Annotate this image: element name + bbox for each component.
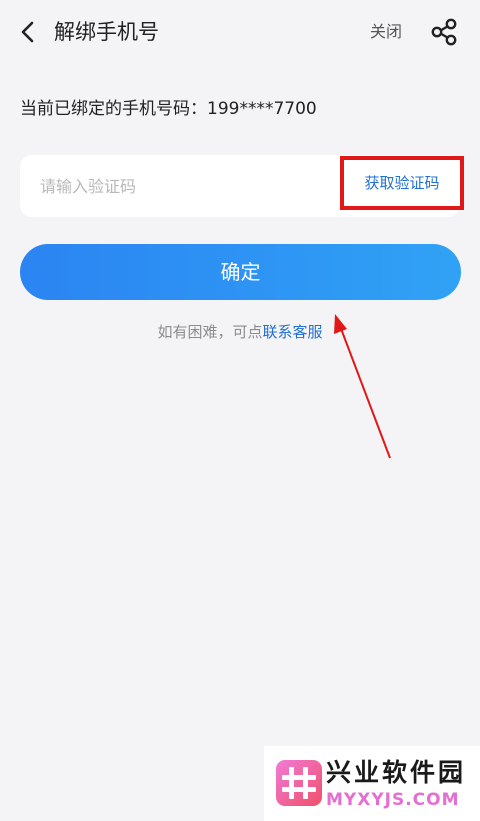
annotation-arrow-icon: [334, 314, 391, 459]
watermark-title: 兴业软件园: [326, 758, 467, 787]
help-text: 如有困难，可点联系客服: [0, 320, 480, 344]
get-code-button[interactable]: 获取验证码: [340, 156, 464, 210]
chevron-left-icon[interactable]: [14, 18, 42, 46]
hash-logo-icon: [276, 760, 322, 806]
watermark-url: MYXYJS.COM: [326, 790, 460, 810]
contact-support-link[interactable]: 联系客服: [263, 323, 323, 341]
close-button[interactable]: 关闭: [370, 20, 402, 44]
page-title: 解绑手机号: [54, 20, 159, 44]
share-icon[interactable]: [429, 17, 459, 47]
header-bar: 解绑手机号 关闭: [0, 0, 480, 64]
bound-phone-text: 当前已绑定的手机号码：199****7700: [20, 99, 317, 119]
watermark: 兴业软件园 MYXYJS.COM: [264, 746, 480, 821]
confirm-button[interactable]: 确定: [20, 244, 461, 300]
help-prefix: 如有困难，可点: [157, 323, 263, 341]
verification-code-input[interactable]: [20, 155, 320, 217]
